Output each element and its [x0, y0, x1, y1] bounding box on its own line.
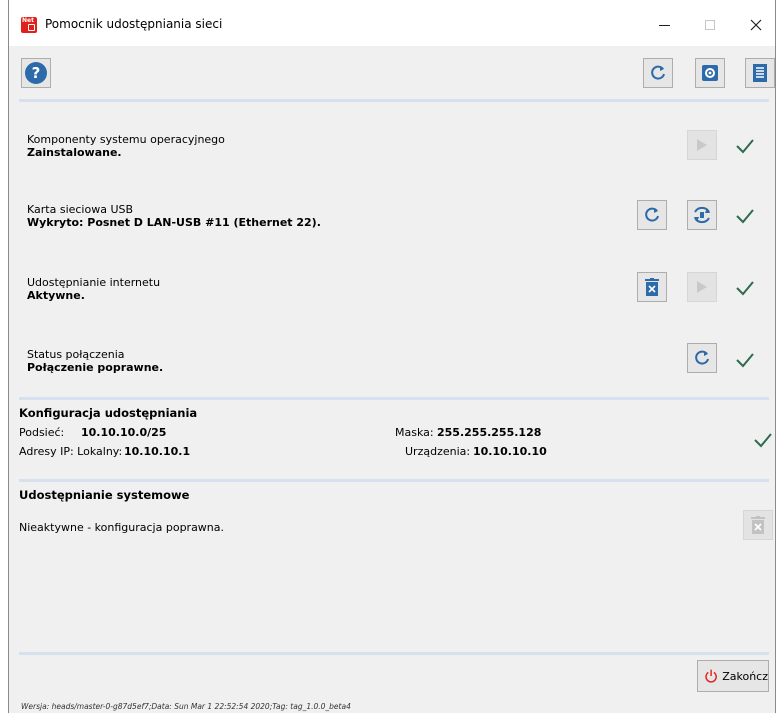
check-icon	[736, 209, 754, 224]
install-components-button[interactable]	[687, 130, 717, 160]
remove-system-sharing-button[interactable]	[743, 510, 773, 540]
maximize-button[interactable]	[687, 10, 733, 40]
app-logo-icon: Net	[21, 17, 37, 33]
separator	[19, 397, 769, 400]
trash-icon	[751, 516, 765, 534]
refresh-all-button[interactable]	[643, 58, 673, 88]
check-icon	[736, 281, 754, 296]
internet-sharing-label: Udostępnianie internetu	[27, 276, 161, 289]
refresh-usb-button[interactable]	[637, 200, 667, 230]
app-window: Net Pomocnik udostępniania sieci ? Kompo…	[8, 0, 776, 713]
log-button[interactable]	[745, 58, 775, 88]
os-components-label: Komponenty systemu operacyjnego	[27, 133, 225, 146]
reconnect-usb-button[interactable]	[687, 200, 717, 230]
connection-status-label: Status połączenia	[27, 348, 125, 361]
version-footer: Wersja: heads/master-0-g87d5ef7;Data: Su…	[21, 702, 351, 711]
refresh-icon	[695, 350, 709, 365]
trash-icon	[645, 278, 659, 296]
finish-label: Zakończ	[722, 669, 768, 683]
app-logo-text: Net	[22, 17, 34, 24]
system-sharing-title: Udostępnianie systemowe	[19, 488, 190, 502]
remove-sharing-button[interactable]	[637, 272, 667, 302]
close-button[interactable]	[733, 10, 776, 40]
play-icon	[697, 139, 707, 151]
minimize-button[interactable]	[641, 10, 687, 40]
title-bar: Net Pomocnik udostępniania sieci	[9, 0, 775, 46]
close-icon	[750, 19, 762, 31]
refresh-icon	[651, 65, 665, 80]
config-title: Konfiguracja udostępniania	[19, 406, 198, 420]
subnet-label: Podsieć:	[19, 426, 65, 439]
question-icon: ?	[25, 62, 47, 84]
maximize-icon	[705, 20, 715, 30]
gear-icon	[702, 65, 718, 81]
usb-card-value: Wykryto: Posnet D LAN-USB #11 (Ethernet …	[27, 216, 321, 229]
check-icon	[736, 139, 754, 154]
play-icon	[697, 281, 707, 293]
start-sharing-button[interactable]	[687, 272, 717, 302]
settings-button[interactable]	[695, 58, 725, 88]
system-sharing-status: Nieaktywne - konfiguracja poprawna.	[19, 521, 225, 534]
window-title: Pomocnik udostępniania sieci	[45, 17, 223, 31]
subnet-value: 10.10.10.0/25	[81, 426, 167, 439]
mask-label: Maska:	[395, 426, 434, 439]
document-list-icon	[753, 64, 767, 82]
devices-label: Urządzenia:	[405, 445, 471, 458]
check-icon	[736, 353, 754, 368]
devices-value: 10.10.10.10	[473, 445, 547, 458]
separator	[19, 99, 769, 102]
separator	[19, 652, 769, 655]
finish-button[interactable]: Zakończ	[697, 660, 769, 692]
power-icon	[705, 669, 717, 683]
separator	[19, 479, 769, 482]
minimize-icon	[658, 24, 670, 26]
refresh-connection-button[interactable]	[687, 343, 717, 373]
refresh-icon	[645, 207, 659, 222]
mask-value: 255.255.255.128	[437, 426, 542, 439]
usb-card-label: Karta sieciowa USB	[27, 203, 134, 216]
ip-label: Adresy IP: Lokalny:	[19, 445, 123, 458]
connection-status-value: Połączenie poprawne.	[27, 361, 164, 374]
check-icon	[754, 433, 772, 448]
network-sync-icon	[694, 206, 710, 224]
os-components-value: Zainstalowane.	[27, 146, 122, 159]
help-button[interactable]: ?	[21, 58, 51, 88]
ip-value: 10.10.10.1	[124, 445, 191, 458]
internet-sharing-value: Aktywne.	[27, 289, 85, 302]
